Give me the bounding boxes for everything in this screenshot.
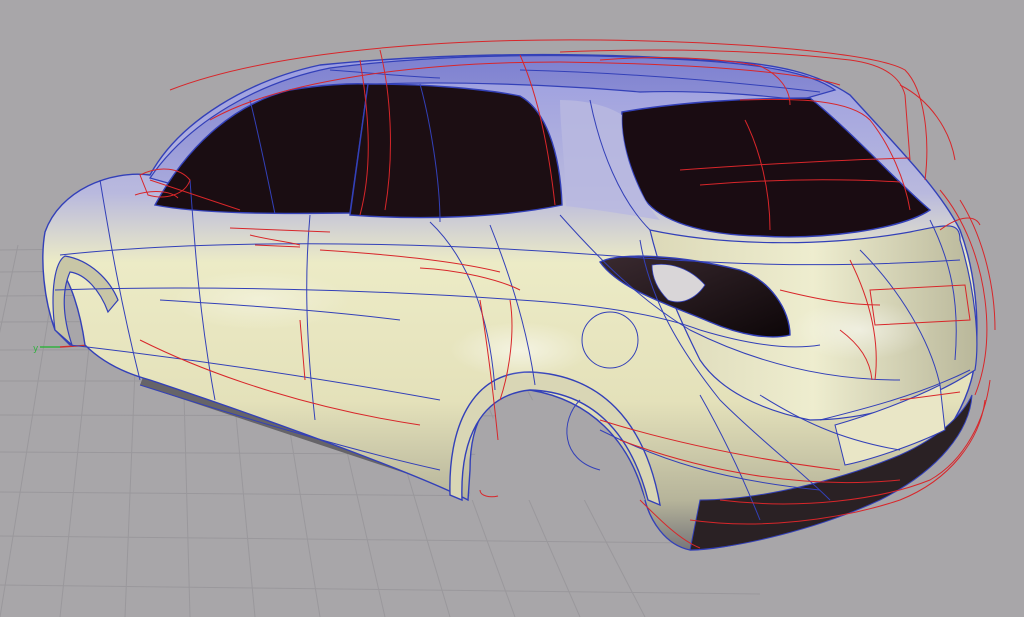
side-window-rear[interactable] (349, 83, 563, 219)
rear-windshield[interactable] (621, 97, 932, 238)
highlight-flank (450, 322, 590, 378)
scene-canvas[interactable]: y x (0, 0, 1024, 617)
highlight-door (170, 270, 350, 330)
highlight-rear (790, 300, 930, 360)
y-axis-label: y (33, 344, 39, 354)
modeling-viewport[interactable]: y x (0, 0, 1024, 617)
